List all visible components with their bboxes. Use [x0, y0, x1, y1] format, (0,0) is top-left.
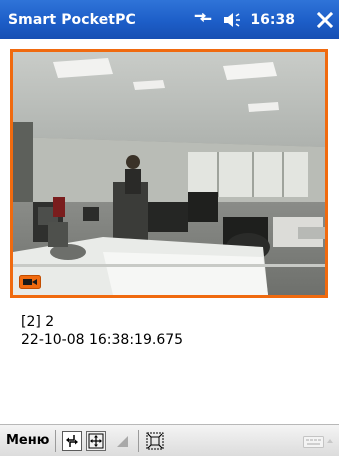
speaker-icon[interactable] [222, 12, 242, 28]
camera-video-frame[interactable] [10, 49, 328, 298]
fullscreen-button[interactable] [145, 431, 165, 451]
app-title: Smart PocketPC [8, 11, 136, 28]
triangle-button[interactable] [112, 431, 132, 451]
clock[interactable]: 16:38 [250, 12, 295, 28]
swap-arrows-button[interactable] [62, 430, 83, 451]
timestamp: 22-10-08 16:38:19.675 [21, 332, 184, 348]
separator [55, 429, 57, 452]
connectivity-icon[interactable] [194, 12, 214, 27]
fullscreen-icon [146, 432, 164, 449]
fit-screen-icon [88, 433, 104, 448]
camera-label: [2] 2 [21, 314, 55, 330]
separator [138, 429, 140, 452]
camera-icon [19, 275, 41, 289]
recording-badge [19, 275, 41, 289]
close-icon [317, 12, 333, 28]
status-area: 16:38 [194, 0, 295, 39]
keyboard-icon [303, 436, 333, 448]
swap-arrows-icon [66, 434, 79, 447]
camera-image [13, 52, 325, 295]
close-button[interactable] [315, 10, 335, 30]
camera-info: [2] 2 22-10-08 16:38:19.675 [21, 313, 183, 349]
menu-bar: Меню [0, 424, 339, 456]
menu-button[interactable]: Меню [6, 433, 49, 448]
keyboard-button[interactable] [303, 433, 333, 452]
fit-screen-button[interactable] [86, 430, 107, 451]
triangle-icon [117, 435, 129, 447]
title-bar: Smart PocketPC 16:38 [0, 0, 339, 39]
